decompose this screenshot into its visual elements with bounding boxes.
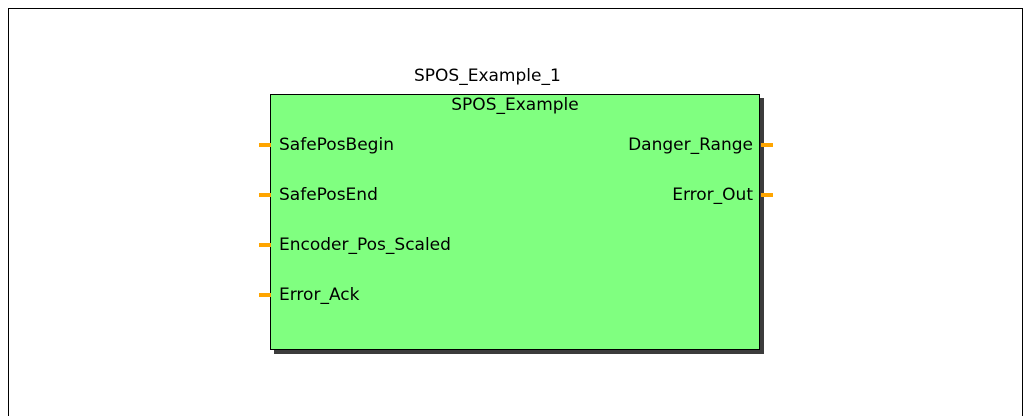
input-label-error-ack: Error_Ack [279,285,360,305]
input-pin-safeposbegin[interactable] [259,143,271,147]
output-label-danger-range: Danger_Range [628,135,753,155]
output-pin-error-out[interactable] [761,193,773,197]
output-label-error-out: Error_Out [672,185,753,205]
function-block[interactable]: SPOS_Example [270,94,760,350]
input-pin-encoder-pos-scaled[interactable] [259,243,271,247]
input-label-safeposbegin: SafePosBegin [279,135,394,155]
input-pin-safeposend[interactable] [259,193,271,197]
input-pin-error-ack[interactable] [259,293,271,297]
input-label-encoder-pos-scaled: Encoder_Pos_Scaled [279,235,451,255]
block-type-label: SPOS_Example [451,95,579,115]
instance-name: SPOS_Example_1 [414,66,561,86]
input-label-safeposend: SafePosEnd [279,185,378,205]
output-pin-danger-range[interactable] [761,143,773,147]
